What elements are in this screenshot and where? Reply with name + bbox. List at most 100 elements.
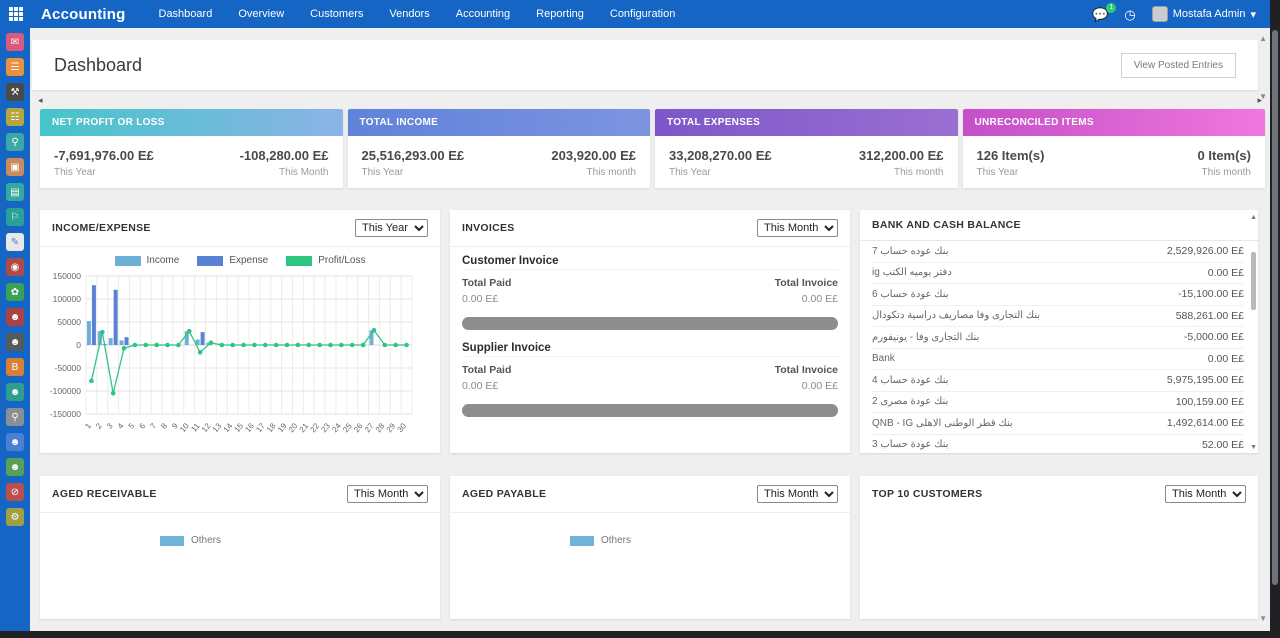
search-app-icon[interactable]: ⚲ — [6, 133, 24, 151]
others-legend-swatch — [160, 536, 184, 546]
person-icon[interactable]: ☻ — [6, 333, 24, 351]
svg-text:150000: 150000 — [53, 271, 82, 281]
bank-account-name: بنك التجارى وفا - يونيفورم — [872, 332, 979, 343]
nav-configuration[interactable]: Configuration — [610, 8, 675, 20]
svg-text:50000: 50000 — [57, 317, 81, 327]
plant-icon[interactable]: ✿ — [6, 283, 24, 301]
contact-icon[interactable]: ▤ — [6, 183, 24, 201]
user-settings-icon[interactable]: ☻ — [6, 433, 24, 451]
bank-account-list: بنك عوده حساب 72,529,926.00 E£دفتر يوميه… — [860, 241, 1258, 456]
panel-title: BANK AND CASH BALANCE — [872, 219, 1021, 231]
bank-account-name: دفتر يوميه الكتب ig — [872, 267, 952, 278]
bank-scroll-down-icon[interactable]: ▼ — [1250, 444, 1257, 451]
bank-scroll-up-icon[interactable]: ▲ — [1250, 214, 1257, 221]
aged-receivable-legend: Others — [160, 535, 440, 546]
bank-account-amount: 5,975,195.00 E£ — [1167, 374, 1244, 386]
aged-payable-period-select[interactable]: This Month — [757, 485, 838, 503]
bank-account-name: بنك عودة حساب 6 — [872, 289, 949, 300]
app-grid-icon[interactable] — [9, 7, 23, 21]
notes-icon[interactable]: ☰ — [6, 58, 24, 76]
aged-receivable-period-select[interactable]: This Month — [347, 485, 428, 503]
customer-invoice-section: Customer Invoice Total Paid 0.00 E£ Tota… — [450, 247, 850, 330]
card-label-month: This month — [551, 167, 636, 178]
chat-icon[interactable]: ✉ — [6, 33, 24, 51]
window-bottom-edge — [0, 631, 1280, 638]
card-label-month: This month — [859, 167, 944, 178]
nav-reporting[interactable]: Reporting — [536, 8, 584, 20]
window-scrollbar-thumb[interactable] — [1272, 30, 1278, 585]
nav-customers[interactable]: Customers — [310, 8, 363, 20]
income-expense-period-select[interactable]: This Year — [355, 219, 428, 237]
chat-badge: 1 — [1106, 3, 1116, 13]
bank-account-row[interactable]: بنك عودة مصرى 2100,159.00 E£ — [872, 392, 1244, 414]
bank-account-row[interactable]: بنك عوده حساب 72,529,926.00 E£ — [872, 241, 1244, 263]
bank-account-row[interactable]: بنك عودة حساب 352.00 E£ — [872, 435, 1244, 457]
card-label-year: This Year — [362, 167, 465, 178]
svg-text:3: 3 — [105, 421, 115, 431]
nav-dashboard[interactable]: Dashboard — [159, 8, 213, 20]
calendar-icon[interactable]: ☷ — [6, 108, 24, 126]
card-value-month: 312,200.00 E£ — [859, 148, 944, 163]
bank-scroll-thumb[interactable] — [1251, 252, 1256, 310]
card-header: NET PROFIT OR LOSS — [40, 109, 343, 136]
expense-legend-label: Expense — [229, 255, 268, 266]
carousel-left-icon[interactable]: ◂ — [38, 95, 43, 106]
edit-icon[interactable]: ✎ — [6, 233, 24, 251]
window-scrollbar[interactable] — [1270, 0, 1280, 631]
card-label-year: This Year — [669, 167, 772, 178]
scroll-down-bottom-icon[interactable]: ▼ — [1259, 614, 1267, 623]
bank-account-row[interactable]: Bank0.00 E£ — [872, 349, 1244, 371]
users-icon[interactable]: ☻ — [6, 458, 24, 476]
bank-account-amount: 52.00 E£ — [1202, 439, 1244, 451]
income-expense-panel: INCOME/EXPENSE This Year Income Expense … — [40, 210, 440, 453]
profitloss-legend-label: Profit/Loss — [318, 255, 365, 266]
app-sidebar: ✉ ☰ ⚒ ☷ ⚲ ▣ ▤ ⚐ ✎ ◉ ✿ ☻ ☻ B ☻ ⚲ ☻ ☻ ⊘ ⚙ — [0, 28, 30, 638]
user-menu[interactable]: Mostafa Admin ▾ — [1152, 6, 1256, 22]
user-name: Mostafa Admin — [1173, 8, 1246, 20]
bank-account-amount: 0.00 E£ — [1208, 267, 1244, 279]
total-invoice-value: 0.00 E£ — [775, 293, 838, 305]
bank-account-amount: 2,529,926.00 E£ — [1167, 245, 1244, 257]
svg-text:4: 4 — [116, 421, 126, 431]
scroll-down-icon[interactable]: ▼ — [1259, 92, 1267, 101]
svg-text:-50000: -50000 — [55, 363, 82, 373]
total-invoice-value: 0.00 E£ — [775, 380, 838, 392]
team-icon[interactable]: ☻ — [6, 383, 24, 401]
top-customers-period-select[interactable]: This Month — [1165, 485, 1246, 503]
aged-receivable-panel: AGED RECEIVABLE This Month Others — [40, 476, 440, 619]
bank-account-row[interactable]: بنك التجارى وفا مصاريف دراسية دتكودال588… — [872, 306, 1244, 328]
nav-vendors[interactable]: Vendors — [389, 8, 429, 20]
video-icon[interactable]: ◉ — [6, 258, 24, 276]
bank-account-row[interactable]: بنك عودة حساب 45,975,195.00 E£ — [872, 370, 1244, 392]
view-posted-entries-button[interactable]: View Posted Entries — [1121, 53, 1236, 78]
section-title: Customer Invoice — [462, 255, 838, 270]
invoices-period-select[interactable]: This Month — [757, 219, 838, 237]
bank-account-row[interactable]: دفتر يوميه الكتب ig 0.00 E£ — [872, 263, 1244, 285]
svg-text:-100000: -100000 — [50, 386, 81, 396]
card-value-month: 203,920.00 E£ — [551, 148, 636, 163]
nav-accounting[interactable]: Accounting — [456, 8, 510, 20]
map-icon[interactable]: ⚐ — [6, 208, 24, 226]
nav-overview[interactable]: Overview — [238, 8, 284, 20]
search2-icon[interactable]: ⚲ — [6, 408, 24, 426]
bank-account-name: بنك قطر الوطنى الاهلى QNB - IG — [872, 418, 1013, 429]
aged-payable-legend: Others — [570, 535, 850, 546]
settings-icon[interactable]: ⚙ — [6, 508, 24, 526]
page-title: Dashboard — [54, 55, 142, 76]
total-paid-value: 0.00 E£ — [462, 293, 511, 305]
palette-icon[interactable]: ⚒ — [6, 83, 24, 101]
chat-icon[interactable]: 💬1 — [1092, 8, 1108, 21]
billing-icon[interactable]: B — [6, 358, 24, 376]
profile-icon[interactable]: ☻ — [6, 308, 24, 326]
scroll-up-icon[interactable]: ▲ — [1259, 34, 1267, 43]
svg-text:0: 0 — [76, 340, 81, 350]
image-icon[interactable]: ▣ — [6, 158, 24, 176]
svg-text:2: 2 — [94, 421, 104, 431]
bank-account-row[interactable]: بنك عودة حساب 6-15,100.00 E£ — [872, 284, 1244, 306]
activity-clock-icon[interactable]: ◷ — [1124, 8, 1135, 21]
card-value-year: 126 Item(s) — [977, 148, 1045, 163]
bank-account-row[interactable]: بنك قطر الوطنى الاهلى QNB - IG1,492,614.… — [872, 413, 1244, 435]
restricted-icon[interactable]: ⊘ — [6, 483, 24, 501]
bank-account-row[interactable]: بنك التجارى وفا - يونيفورم-5,000.00 E£ — [872, 327, 1244, 349]
bank-list-scrollbar[interactable]: ▲ ▼ — [1249, 240, 1257, 451]
